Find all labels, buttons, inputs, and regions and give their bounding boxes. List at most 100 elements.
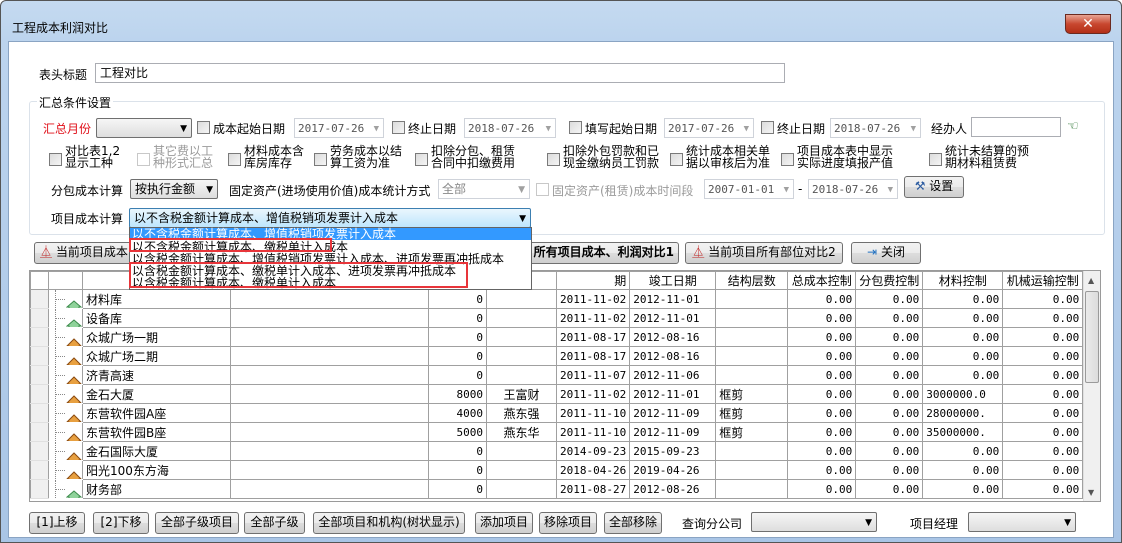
cost-end-checkbox[interactable] bbox=[392, 121, 405, 134]
table-row[interactable]: 众城广场一期 0 2011-08-17 2012-08-16 0.00 0.00 0.00 0… bbox=[30, 327, 1084, 347]
col-header[interactable]: 结构层数 bbox=[715, 271, 789, 290]
cell-area: 0 bbox=[428, 460, 487, 480]
subcontract-select[interactable]: 按执行金额 ▼ bbox=[130, 179, 218, 199]
move-up-button[interactable]: [1]上移 bbox=[29, 512, 85, 534]
cell-name: 众城广场一期 bbox=[82, 327, 231, 347]
fixed-lease-end-date[interactable]: 2018-07-26 ▼ bbox=[808, 179, 898, 199]
move-down-button[interactable]: [2]下移 bbox=[93, 512, 149, 534]
scroll-thumb[interactable] bbox=[1085, 291, 1099, 383]
cell-total: 0.00 bbox=[787, 327, 857, 347]
fill-start-date[interactable]: 2017-07-26 ▼ bbox=[664, 118, 754, 138]
vertical-scrollbar[interactable]: ▲ ▼ bbox=[1083, 271, 1100, 501]
all-child-button[interactable]: 全部子级 bbox=[244, 512, 305, 534]
cell-mach: 0.00 bbox=[1002, 346, 1084, 366]
table-row[interactable]: 设备库 0 2011-11-02 2012-11-01 0.00 0.00 0.00 0.00 bbox=[30, 308, 1084, 328]
all-child-projects-button[interactable]: 全部子级项目 bbox=[155, 512, 239, 534]
cell-end: 2015-09-23 bbox=[629, 441, 717, 461]
col-header[interactable]: 材料控制 bbox=[922, 271, 1004, 290]
cell-area: 0 bbox=[428, 289, 487, 309]
cell-mach: 0.00 bbox=[1002, 460, 1084, 480]
cost-start-date[interactable]: 2017-07-26 ▼ bbox=[294, 118, 384, 138]
manager-select[interactable]: ▼ bbox=[968, 512, 1076, 532]
house-icon bbox=[66, 470, 82, 479]
tree-connector bbox=[48, 289, 83, 309]
warehouse-icon bbox=[65, 299, 83, 308]
cell-total: 0.00 bbox=[787, 289, 857, 309]
fill-end-checkbox[interactable] bbox=[761, 121, 774, 134]
header-title-input[interactable]: 工程对比 bbox=[95, 63, 785, 83]
all-tree-button[interactable]: 全部项目和机构(树状显示) bbox=[313, 512, 465, 534]
handler-input[interactable] bbox=[971, 117, 1061, 137]
cost-end-date[interactable]: 2018-07-26 ▼ bbox=[464, 118, 556, 138]
col-header[interactable]: 机械运输控制 bbox=[1002, 271, 1084, 290]
warehouse-icon bbox=[65, 318, 83, 327]
cell-sub: 0.00 bbox=[855, 365, 924, 385]
exit-door-icon: ⇥ bbox=[867, 245, 878, 259]
cell-mat: 0.00 bbox=[922, 365, 1004, 385]
scroll-up-icon[interactable]: ▲ bbox=[1088, 276, 1094, 285]
cell-mat: 0.00 bbox=[922, 441, 1004, 461]
chevron-down-icon: ▼ bbox=[1064, 518, 1071, 528]
cell-area: 8000 bbox=[428, 384, 487, 404]
project-cost-select[interactable]: 以不含税金额计算成本、增值税销项发票计入成本 ▼ bbox=[129, 208, 531, 228]
cell-name: 东营软件园B座 bbox=[82, 422, 231, 442]
table-row[interactable]: 东营软件园A座 4000 燕东强 2011-11-10 2012-11-09 框剪 0.00… bbox=[30, 403, 1084, 423]
table-row[interactable]: 众城广场二期 0 2011-08-17 2012-08-16 0.00 0.00 0.00 0… bbox=[30, 346, 1084, 366]
cell-area: 0 bbox=[428, 365, 487, 385]
fill-start-checkbox[interactable] bbox=[569, 121, 582, 134]
close-icon: ✕ bbox=[1082, 16, 1094, 32]
hammer-icon: ⚒ bbox=[914, 179, 926, 193]
cell-mach: 0.00 bbox=[1002, 479, 1084, 499]
table-row[interactable]: 阳光100东方海 0 2018-04-26 2019-04-26 0.00 0.00 0.0… bbox=[30, 460, 1084, 480]
close-window-button[interactable]: ✕ bbox=[1065, 14, 1111, 34]
summary-month-label: 汇总月份 bbox=[43, 122, 92, 136]
header-title-label: 表头标题 bbox=[39, 68, 88, 82]
cell bbox=[30, 403, 49, 423]
current-project-cost-button[interactable]: ⏅ 当前项目成本 bbox=[34, 242, 134, 264]
table-row[interactable]: 济青高速 0 2011-11-07 2012-11-06 0.00 0.00 0.00 0.0… bbox=[30, 365, 1084, 385]
cell-mgr: 燕东强 bbox=[486, 403, 557, 423]
cell bbox=[230, 441, 429, 461]
cost-start-label: 成本起始日期 bbox=[213, 122, 286, 136]
cell-start: 2018-04-26 bbox=[555, 460, 631, 480]
fill-start-label: 填写起始日期 bbox=[585, 122, 658, 136]
project-cost-label: 项目成本计算 bbox=[51, 212, 124, 226]
col-header[interactable]: 期 bbox=[555, 271, 631, 290]
chevron-down-icon: ▼ bbox=[519, 214, 526, 224]
pointing-hand-icon[interactable]: ☜ bbox=[1067, 119, 1079, 134]
settings-button[interactable]: ⚒ 设置 bbox=[904, 176, 964, 198]
col-header[interactable]: 竣工日期 bbox=[629, 271, 717, 290]
cell-mach: 0.00 bbox=[1002, 384, 1084, 404]
all-parts-compare-button[interactable]: ⏅ 当前项目所有部位对比2 bbox=[685, 242, 843, 264]
table-row[interactable]: 金石大厦 8000 王富财 2011-11-02 2012-11-01 框剪 0.00 0.0… bbox=[30, 384, 1084, 404]
cost-start-checkbox[interactable] bbox=[197, 121, 210, 134]
col-header[interactable]: 分包费控制 bbox=[855, 271, 924, 290]
tree-connector bbox=[48, 479, 83, 499]
fixed-asset-label: 固定资产(进场使用价值)成本统计方式 bbox=[229, 184, 431, 198]
fill-end-date[interactable]: 2018-07-26 ▼ bbox=[830, 118, 921, 138]
cell bbox=[230, 289, 429, 309]
cell-mat: 0.00 bbox=[922, 460, 1004, 480]
table-row[interactable]: 财务部 0 2011-08-27 2012-08-26 0.00 0.00 0.00 0.00 bbox=[30, 479, 1084, 499]
cell-start: 2011-11-10 bbox=[555, 403, 631, 423]
branch-select[interactable]: ▼ bbox=[751, 512, 877, 532]
cell-area: 0 bbox=[428, 441, 487, 461]
table-row[interactable]: 金石国际大厦 0 2014-09-23 2015-09-23 0.00 0.00 0.00 0… bbox=[30, 441, 1084, 461]
scroll-down-icon[interactable]: ▼ bbox=[1088, 488, 1094, 497]
cell-struct: 框剪 bbox=[715, 422, 789, 442]
table-row[interactable]: 东营软件园B座 5000 燕东华 2011-11-10 2012-11-09 框剪 0.00… bbox=[30, 422, 1084, 442]
cell-name: 阳光100东方海 bbox=[82, 460, 231, 480]
cell bbox=[30, 460, 49, 480]
window: 工程成本利润对比 ✕ 表头标题 工程对比 汇总条件设置 汇总月份 ▼ 成本起始日… bbox=[0, 0, 1122, 543]
cell bbox=[230, 384, 429, 404]
col-header[interactable]: 总成本控制 bbox=[787, 271, 857, 290]
remove-all-button[interactable]: 全部移除 bbox=[604, 512, 662, 534]
cell-name: 设备库 bbox=[82, 308, 231, 328]
summary-month-select[interactable]: ▼ bbox=[96, 118, 192, 138]
table-row[interactable]: 材料库 0 2011-11-02 2012-11-01 0.00 0.00 0.00 0.00 bbox=[30, 289, 1084, 309]
close-button[interactable]: ⇥ 关闭 bbox=[851, 242, 921, 264]
add-project-button[interactable]: 添加项目 bbox=[475, 512, 533, 534]
cell-mgr bbox=[486, 479, 557, 499]
remove-project-button[interactable]: 移除项目 bbox=[539, 512, 597, 534]
fixed-lease-start-date[interactable]: 2007-01-01 ▼ bbox=[704, 179, 794, 199]
